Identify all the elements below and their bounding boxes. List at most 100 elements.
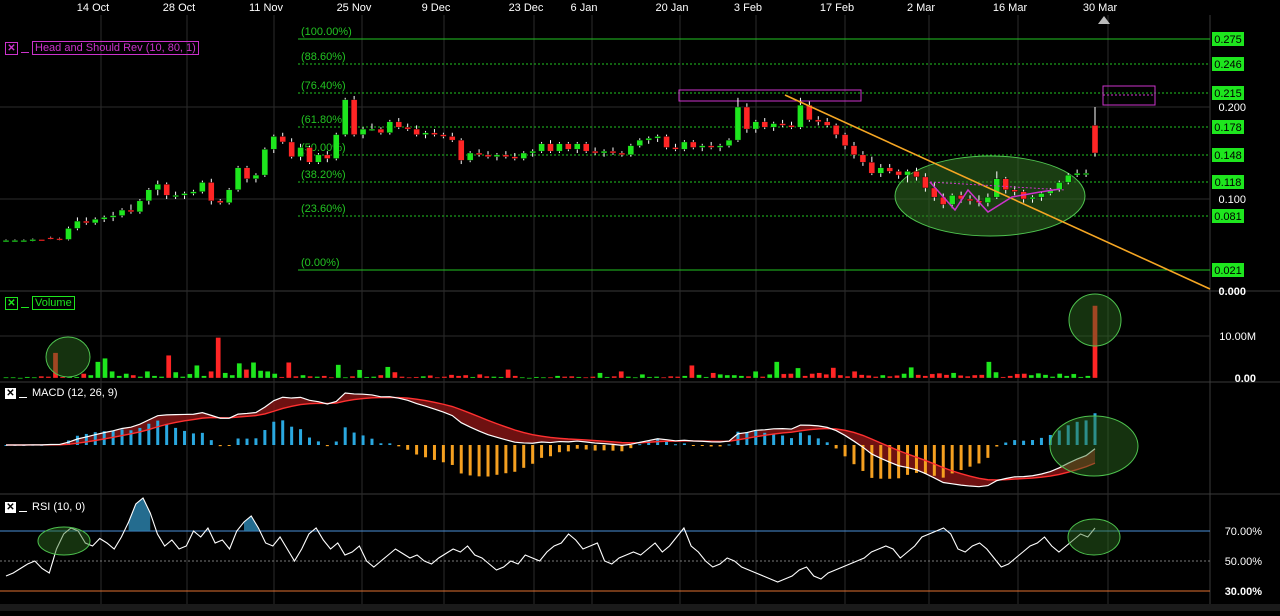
volume-bar bbox=[1014, 373, 1020, 379]
volume-bar bbox=[965, 375, 971, 379]
macd-histogram-bar bbox=[397, 445, 401, 447]
candle-body bbox=[699, 145, 706, 148]
date-label: 17 Feb bbox=[820, 2, 854, 14]
candle-body bbox=[502, 154, 510, 157]
volume-bar bbox=[604, 376, 610, 379]
volume-bar bbox=[420, 375, 426, 379]
macd-histogram-bar bbox=[1004, 442, 1008, 445]
macd-histogram-bar bbox=[691, 445, 695, 446]
macd-histogram-bar bbox=[682, 443, 686, 445]
horizontal-scrollbar[interactable] bbox=[0, 604, 1280, 611]
macd-histogram-bar bbox=[504, 445, 508, 474]
macd-histogram-bar bbox=[263, 430, 267, 445]
volume-bar bbox=[102, 358, 108, 379]
volume-bar bbox=[979, 374, 985, 379]
macd-histogram-bar bbox=[183, 430, 187, 445]
candle-body bbox=[315, 154, 322, 163]
macd-pane-legend-label: MACD (12, 26, 9) bbox=[32, 387, 118, 399]
candle-body bbox=[752, 121, 760, 130]
volume-bar bbox=[802, 375, 808, 379]
macd-histogram-bar bbox=[325, 445, 329, 447]
rsi-axis-tick: 30.00% bbox=[1225, 586, 1263, 598]
rsi-pane-legend[interactable]: ✕ RSI (10, 0) bbox=[5, 501, 87, 513]
candle-body bbox=[583, 143, 590, 152]
candle-body bbox=[556, 143, 563, 152]
volume-bar bbox=[279, 376, 285, 379]
macd-histogram-bar bbox=[798, 432, 802, 445]
macd-histogram-bar bbox=[772, 433, 776, 445]
fib-level-pct-label: (100.00%) bbox=[301, 26, 352, 38]
chart-stage: 14 Oct 28 Oct 11 Nov 25 Nov 9 Dec 23 Dec 6 Jan… bbox=[0, 0, 1280, 611]
volume-bar bbox=[1071, 373, 1077, 379]
macd-histogram-bar bbox=[522, 445, 526, 468]
close-icon[interactable]: ✕ bbox=[5, 387, 16, 399]
fib-value-label: 0.246 bbox=[1214, 59, 1242, 71]
macd-histogram-bar bbox=[477, 445, 481, 477]
volume-bar bbox=[194, 365, 200, 379]
macd-histogram-bar bbox=[834, 445, 838, 449]
candle-body bbox=[770, 123, 777, 128]
volume-bar bbox=[399, 376, 405, 379]
volume-bar bbox=[427, 375, 433, 379]
macd-histogram-bar bbox=[1039, 437, 1043, 445]
volume-bar bbox=[151, 375, 158, 379]
candle-body bbox=[636, 139, 643, 146]
candle-body bbox=[279, 136, 286, 143]
candle-body bbox=[1065, 174, 1072, 183]
volume-axis-tick: 10.00M bbox=[1219, 331, 1256, 343]
macd-histogram-bar bbox=[129, 430, 133, 445]
volume-highlight-ellipse bbox=[45, 336, 91, 378]
volume-bar bbox=[371, 376, 377, 379]
fib-value-label: 0.178 bbox=[1214, 122, 1242, 134]
volume-bar bbox=[74, 376, 80, 379]
volume-bar bbox=[745, 375, 752, 379]
price-axis-tick: 0.000 bbox=[1218, 286, 1246, 298]
volume-bar bbox=[293, 375, 299, 379]
volume-bar bbox=[1056, 373, 1063, 379]
candle-body bbox=[779, 123, 786, 126]
macd-histogram-bar bbox=[540, 445, 544, 458]
volume-pane-legend[interactable]: ✕ Volume bbox=[5, 296, 75, 310]
candle-body bbox=[154, 184, 161, 190]
candle-body bbox=[725, 139, 733, 146]
macd-histogram-bar bbox=[209, 440, 213, 445]
macd-histogram-bar bbox=[165, 424, 169, 445]
candle-body bbox=[234, 167, 242, 191]
volume-bar bbox=[257, 370, 264, 379]
close-icon[interactable]: ✕ bbox=[5, 41, 18, 55]
candle-body bbox=[922, 176, 929, 189]
price-pane-legend[interactable]: ✕ Head and Should Rev (10, 80, 1) bbox=[5, 41, 199, 55]
macd-highlight-ellipse bbox=[1049, 415, 1139, 477]
candle-body bbox=[520, 152, 527, 159]
volume-bar bbox=[484, 375, 490, 379]
volume-bar bbox=[710, 372, 716, 379]
macd-histogram-bar bbox=[861, 445, 865, 471]
date-label: 9 Dec bbox=[422, 2, 451, 14]
volume-bar bbox=[1078, 376, 1084, 379]
volume-bar bbox=[321, 375, 327, 379]
close-icon[interactable]: ✕ bbox=[5, 501, 16, 513]
macd-histogram-bar bbox=[807, 435, 811, 445]
macd-histogram-bar bbox=[986, 445, 990, 458]
macd-histogram-bar bbox=[700, 445, 704, 446]
macd-pane-legend[interactable]: ✕ MACD (12, 26, 9) bbox=[5, 387, 120, 399]
macd-histogram-bar bbox=[415, 445, 419, 455]
date-label: 2 Mar bbox=[907, 2, 935, 14]
candle-body bbox=[716, 145, 724, 148]
volume-bar bbox=[17, 377, 23, 379]
rsi-pane-legend-label: RSI (10, 0) bbox=[32, 501, 86, 513]
volume-bar bbox=[81, 373, 87, 379]
volume-bar bbox=[335, 364, 342, 379]
volume-bar bbox=[866, 375, 872, 379]
volume-bar bbox=[738, 375, 745, 379]
candle-body bbox=[538, 143, 545, 152]
candle-body bbox=[333, 134, 340, 159]
macd-histogram-bar bbox=[495, 445, 499, 475]
candle-body bbox=[645, 138, 652, 141]
candle-body bbox=[118, 209, 126, 216]
candle-body bbox=[404, 127, 411, 130]
volume-bar bbox=[378, 374, 384, 379]
macd-histogram-bar bbox=[611, 445, 615, 451]
volume-bar bbox=[583, 377, 589, 379]
close-icon[interactable]: ✕ bbox=[5, 296, 18, 310]
